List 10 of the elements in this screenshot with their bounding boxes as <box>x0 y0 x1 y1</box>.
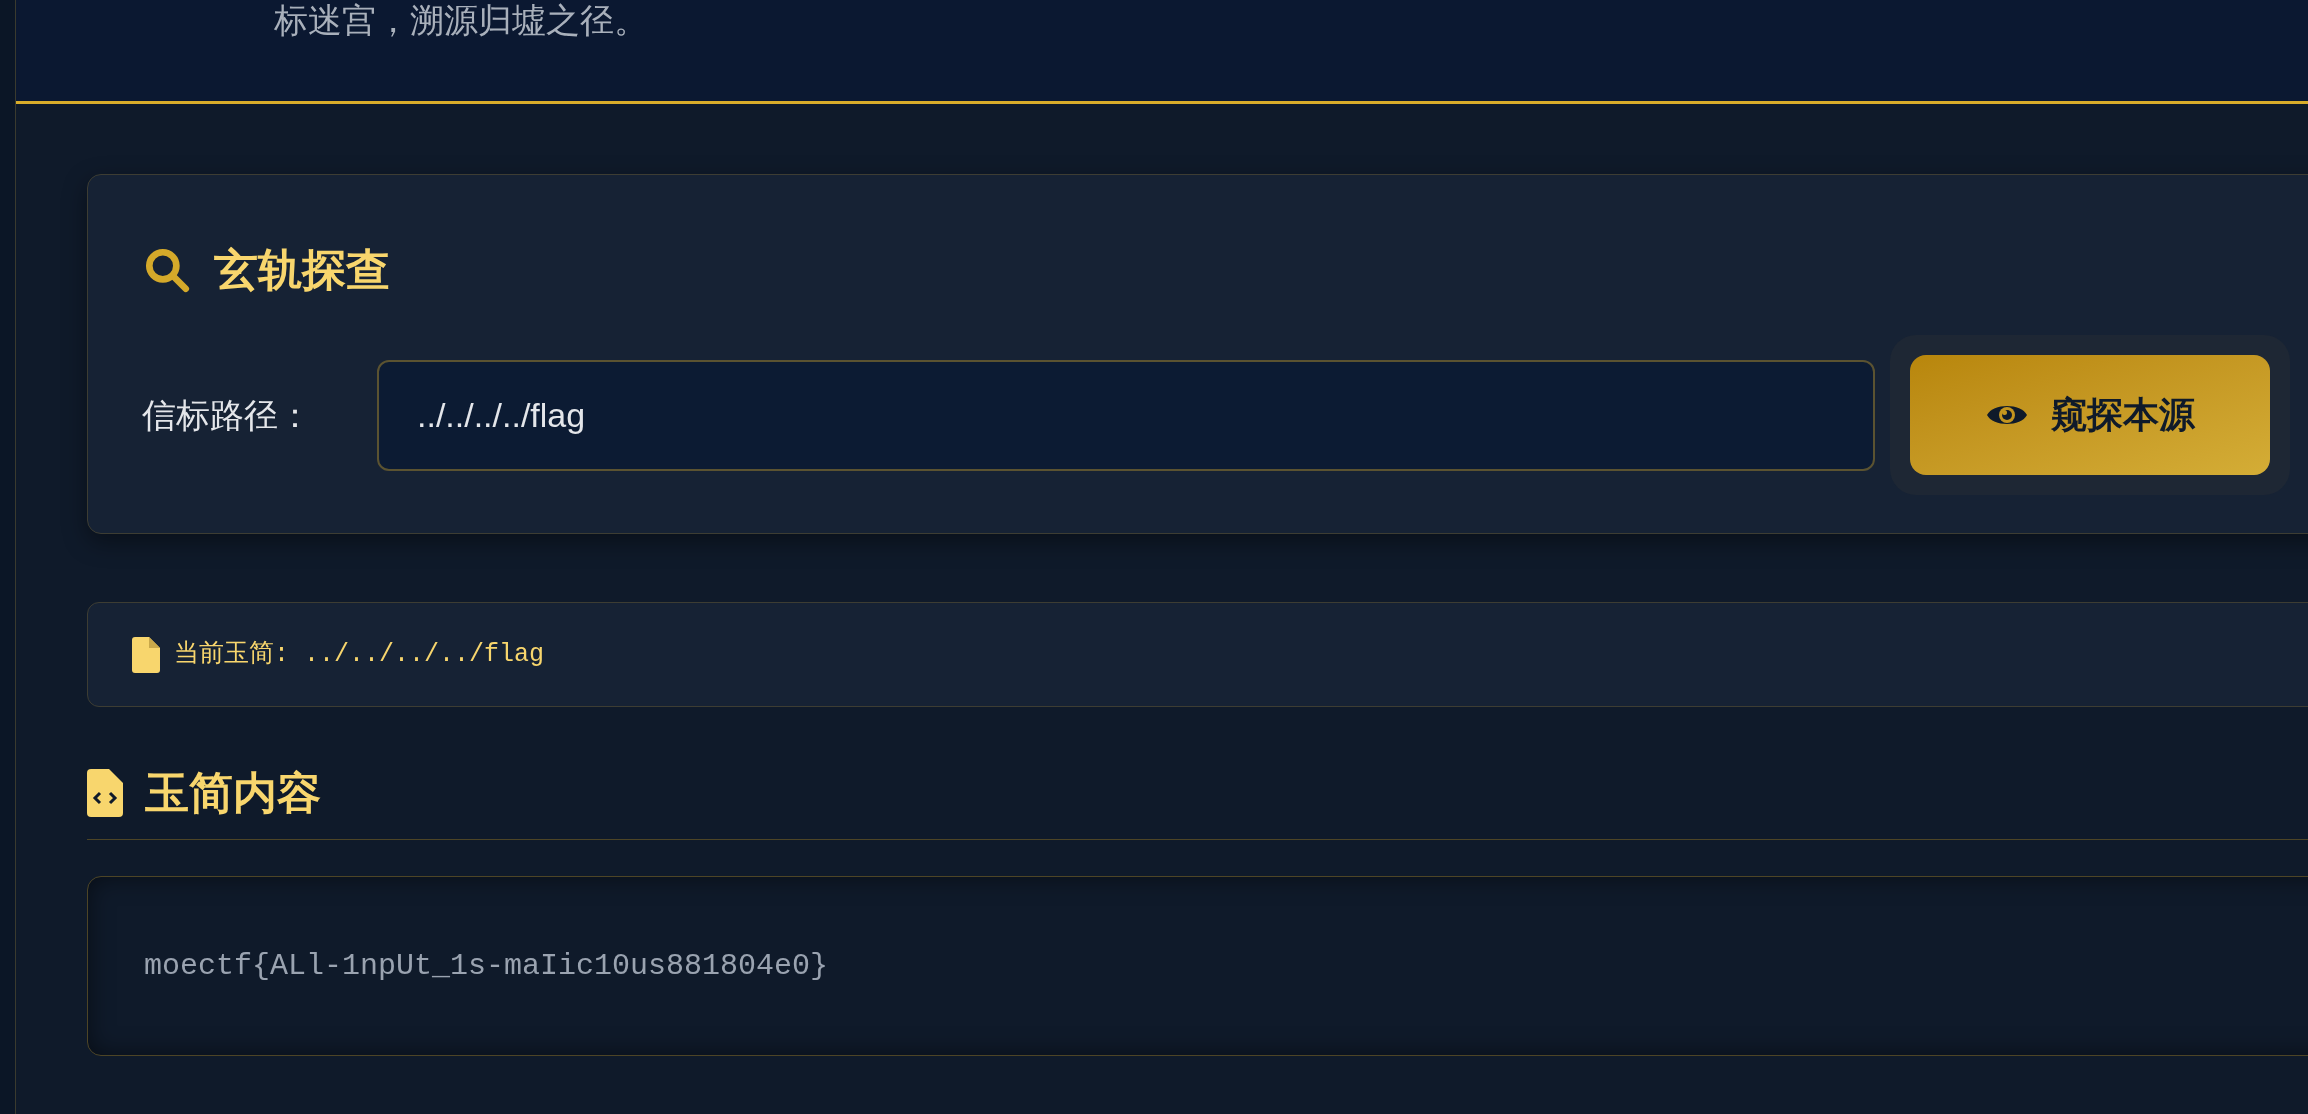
header-subtitle: 标迷宫，溯源归墟之径。 <box>274 0 649 40</box>
path-input-field[interactable]: ../../../../flag <box>377 359 1875 471</box>
section-title: 玉简内容 <box>145 771 321 815</box>
path-label: 信标路径： <box>142 394 313 436</box>
card-title: 玄轨探查 <box>214 248 390 292</box>
file-icon <box>132 636 160 673</box>
peek-source-button[interactable]: 窥探本源 <box>1910 355 2270 475</box>
code-file-icon <box>87 769 123 817</box>
flag-text: moectf{ALl-1npUt_1s-maIic10us881804e0} <box>144 947 829 985</box>
current-file-text: 当前玉简: ../../../../flag <box>174 638 545 671</box>
